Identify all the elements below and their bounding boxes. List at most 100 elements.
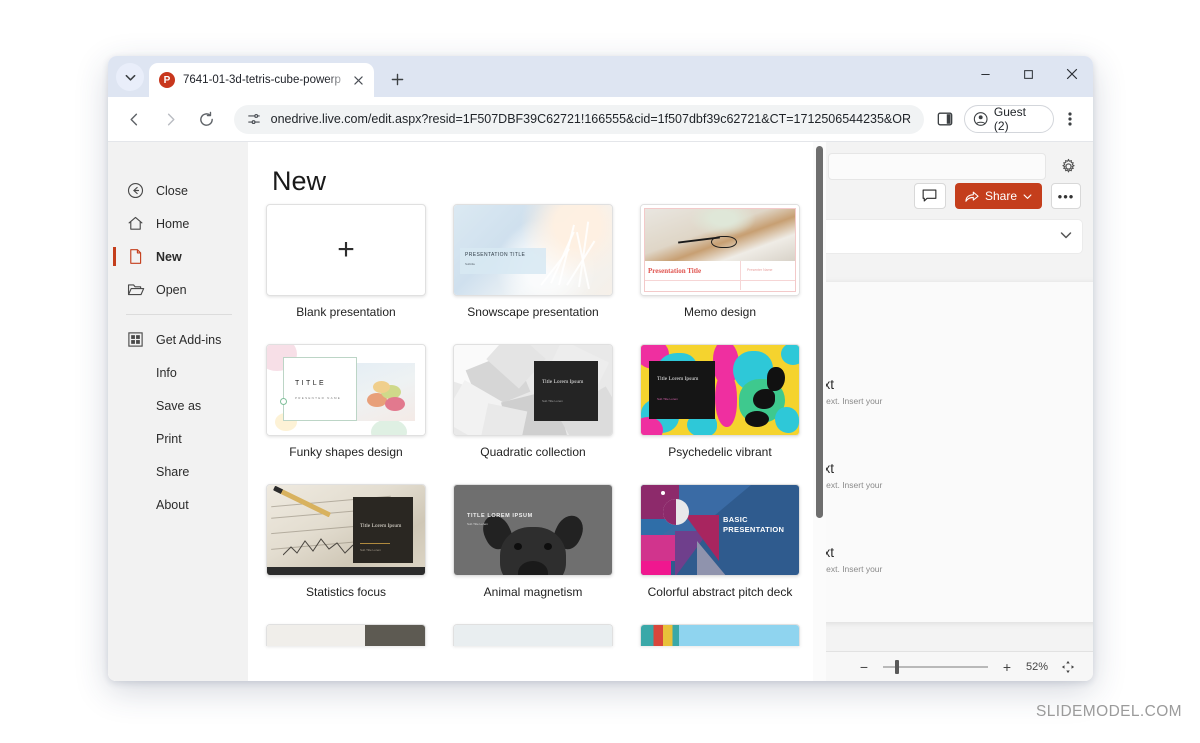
backstage-scrollbar[interactable]: [813, 142, 826, 681]
fit-slide-icon[interactable]: [1061, 660, 1075, 674]
template-card[interactable]: Title Lorem Ipsum Sub Title Lorem Psyche…: [640, 344, 826, 459]
zoom-slider[interactable]: [882, 659, 988, 674]
chevron-down-icon: [125, 74, 135, 81]
reload-button[interactable]: [192, 104, 222, 135]
sidebar-item-new[interactable]: New: [108, 240, 248, 273]
thumbnail-subtitle: Sub Title Lorem: [360, 548, 382, 552]
sidebar-item-save-as[interactable]: Save as: [108, 389, 248, 422]
zoom-out-button[interactable]: −: [858, 659, 870, 675]
template-card[interactable]: [640, 624, 826, 646]
template-thumbnail: BASIC PRESENTATION: [640, 484, 800, 576]
template-thumbnail: Title Lorem Ipsum Sub Title Lorem: [266, 484, 426, 576]
thumbnail-art: Title Lorem Ipsum Sub Title Lorem: [454, 345, 612, 435]
thumbnail-art: TITLE PRESENTER NAME: [267, 345, 425, 435]
sidebar-item-about[interactable]: About: [108, 488, 248, 521]
gear-icon[interactable]: [1060, 158, 1077, 175]
template-card[interactable]: [453, 624, 640, 646]
zoom-in-button[interactable]: +: [1001, 659, 1013, 675]
tune-icon: [247, 113, 260, 125]
thumbnail-art: Title Lorem Ipsum Sub Title Lorem: [641, 345, 799, 435]
browser-tab[interactable]: P 7641-01-3d-tetris-cube-powerp: [149, 63, 374, 97]
tab-search-button[interactable]: [116, 63, 144, 91]
new-presentation-panel: New + Blank presentation PRESENTATION TI…: [248, 142, 826, 681]
new-document-icon: [126, 247, 145, 266]
template-card[interactable]: BASIC PRESENTATION Colorful abstract pit…: [640, 484, 826, 599]
template-thumbnail: +: [266, 204, 426, 296]
template-card[interactable]: Title Lorem Ipsum Sub Title Lorem Quadra…: [453, 344, 640, 459]
thumbnail-art: Presentation Title Presenter Name: [641, 205, 799, 295]
sidebar-item-label: Home: [156, 216, 190, 231]
scrollbar-thumb[interactable]: [816, 146, 823, 518]
template-card[interactable]: Title Lorem Ipsum Sub Title Lorem Statis…: [266, 484, 453, 599]
zoom-thumb[interactable]: [894, 659, 899, 674]
powerpoint-icon: P: [159, 72, 175, 88]
minimize-icon: [981, 73, 990, 75]
folder-open-icon: [126, 280, 145, 299]
sidebar-item-label: Close: [156, 183, 188, 198]
side-panel-icon: [937, 112, 953, 126]
thumbnail-subtitle: Sub Title Lorem: [467, 522, 489, 526]
template-card[interactable]: TITLE LOREM IPSUM Sub Title Lorem Animal…: [453, 484, 640, 599]
page-viewport: Share ••• •••: [108, 142, 1093, 681]
chrome-menu-button[interactable]: [1058, 105, 1083, 133]
zoom-level-label: 52%: [1025, 660, 1048, 673]
search-input[interactable]: [828, 153, 1046, 180]
template-card[interactable]: Presentation Title Presenter Name Memo d…: [640, 204, 826, 319]
new-tab-button[interactable]: [383, 65, 411, 93]
reload-icon: [200, 111, 214, 126]
sidebar-item-open[interactable]: Open: [108, 273, 248, 306]
sidebar-item-get-add-ins[interactable]: Get Add-ins: [108, 323, 248, 356]
comments-button[interactable]: [913, 183, 946, 209]
thumbnail-art: Title Lorem Ipsum Sub Title Lorem: [267, 485, 425, 575]
template-caption: Quadratic collection: [480, 445, 586, 459]
forward-button[interactable]: [156, 104, 186, 135]
template-thumbnail: Presentation Title Presenter Name: [640, 204, 800, 296]
thumbnail-title: TITLE LOREM IPSUM: [467, 513, 533, 519]
back-button[interactable]: [120, 104, 150, 135]
close-window-button[interactable]: [1050, 56, 1093, 92]
ribbon-collapse-button[interactable]: [1060, 229, 1072, 244]
template-caption: Colorful abstract pitch deck: [647, 585, 793, 599]
template-caption: Funky shapes design: [289, 445, 403, 459]
sidebar-item-home[interactable]: Home: [108, 207, 248, 240]
thumbnail-title: Title Lorem Ipsum: [360, 523, 402, 529]
maximize-button[interactable]: [1007, 56, 1050, 92]
more-options-button[interactable]: •••: [1051, 183, 1081, 209]
thumbnail-subtitle: Sub Title Lorem: [657, 397, 679, 401]
plus-icon: [391, 73, 403, 85]
thumbnail-subtitle: PRESENTER NAME: [295, 396, 342, 400]
sidebar-item-close[interactable]: Close: [108, 174, 248, 207]
close-icon: [1066, 68, 1077, 80]
template-card[interactable]: + Blank presentation: [266, 204, 453, 319]
template-card[interactable]: [266, 624, 453, 646]
template-caption: Snowscape presentation: [467, 305, 599, 319]
profile-button[interactable]: Guest (2): [963, 105, 1054, 133]
address-bar[interactable]: onedrive.live.com/edit.aspx?resid=1F507D…: [233, 104, 924, 134]
backstage-view: Close Home New Open Get Add-ins Info Sav…: [108, 142, 826, 681]
template-caption: Blank presentation: [296, 305, 396, 319]
sidebar-item-share[interactable]: Share: [108, 455, 248, 488]
sidebar-divider: [126, 314, 232, 315]
tab-strip: P 7641-01-3d-tetris-cube-powerp: [108, 56, 1093, 97]
template-caption: Memo design: [683, 305, 757, 319]
template-card[interactable]: TITLE PRESENTER NAME Funky shapes design: [266, 344, 453, 459]
template-thumbnail: Title Lorem Ipsum Sub Title Lorem: [453, 344, 613, 436]
sidebar-item-label: Info: [156, 365, 177, 380]
sidebar-item-label: Save as: [156, 398, 202, 413]
share-button[interactable]: Share: [954, 183, 1042, 209]
sidebar-item-label: About: [156, 497, 189, 512]
share-icon: [965, 191, 979, 202]
template-caption: Psychedelic vibrant: [668, 445, 772, 459]
template-card[interactable]: PRESENTATION TITLE Subtitle Snowscape pr…: [453, 204, 640, 319]
tab-close-button[interactable]: [350, 72, 367, 89]
arrow-right-icon: [168, 113, 175, 125]
thumbnail-subtitle: Presenter Name: [747, 268, 773, 272]
sidebar-item-print[interactable]: Print: [108, 422, 248, 455]
side-panel-button[interactable]: [931, 104, 960, 134]
template-caption: Animal magnetism: [483, 585, 583, 599]
arrow-left-icon: [130, 113, 138, 125]
template-thumbnail: [453, 624, 613, 646]
sidebar-item-info[interactable]: Info: [108, 356, 248, 389]
thumbnail-subtitle: Subtitle: [465, 261, 476, 266]
minimize-button[interactable]: [964, 56, 1007, 92]
